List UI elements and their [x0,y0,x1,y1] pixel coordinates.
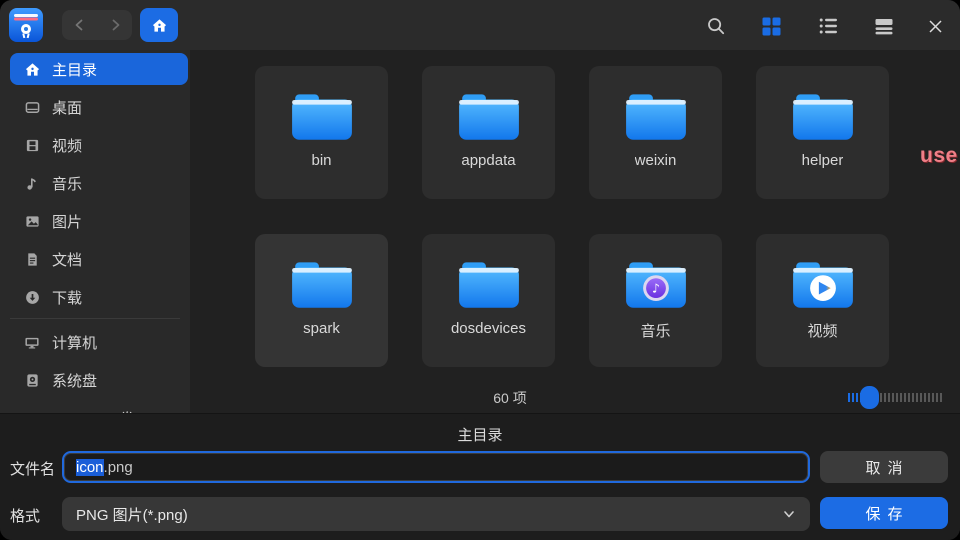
forward-button[interactable] [101,11,129,39]
close-icon [927,18,944,35]
title-bar [0,0,960,50]
sidebar-item-label: 文档 [52,249,82,270]
folder-tile-spark[interactable]: spark [255,234,388,367]
folder-name: appdata [461,152,515,169]
cancel-button[interactable]: 取消 [820,451,948,483]
folder-name: bin [311,152,331,169]
desktop-icon [24,99,40,115]
sidebar-item-system-disk[interactable]: 系统盘 [10,364,188,396]
format-select[interactable]: PNG 图片(*.png) [62,497,810,531]
folder-name: weixin [635,152,677,169]
downloads-icon [24,289,40,305]
folder-name: dosdevices [451,320,526,337]
sidebar-item-label: 视频 [52,135,82,156]
search-icon [706,16,726,36]
format-label: 格式 [10,505,40,526]
save-panel: 主目录 文件名 icon.png 取消 格式 PNG 图片(*.png) 保存 [0,413,960,540]
filename-input[interactable]: icon.png [62,451,810,483]
folder-icon [289,258,355,312]
sidebar-item-pictures[interactable]: 图片 [10,205,188,237]
folder-tile-weixin[interactable]: weixin [589,66,722,199]
filename-label: 文件名 [10,458,55,479]
slider-ticks-rest [880,393,943,402]
videos-icon [24,137,40,153]
sidebar-item-label: 桌面 [52,97,82,118]
slider-handle[interactable] [860,386,879,409]
folder-tile-music[interactable]: ♪ 音乐 [589,234,722,367]
sidebar-item-label: 计算机 [52,332,97,353]
folder-name: 音乐 [640,320,670,341]
home-icon [152,18,167,33]
sidebar-item-computer[interactable]: 计算机 [10,326,188,358]
folder-icon [289,90,355,144]
sidebar-item-volume[interactable]: 157.0 GB 卷 [10,402,188,413]
sidebar-item-downloads[interactable]: 下载 [10,281,188,313]
detail-view-button[interactable] [872,14,896,38]
svg-text:♪: ♪ [652,282,660,296]
documents-icon [24,251,40,267]
save-button[interactable]: 保存 [820,497,948,529]
sidebar-item-label: 系统盘 [52,370,97,391]
folder-icon [790,90,856,144]
list-view-icon [819,17,838,35]
clipped-red-label: use [920,144,960,168]
folder-tile-helper[interactable]: helper [756,66,889,199]
sidebar-item-home[interactable]: 主目录 [10,53,188,85]
file-manager-app-icon [8,7,44,43]
computer-icon [24,334,40,350]
music-icon [24,175,40,191]
pictures-icon [24,213,40,229]
folder-tile-bin[interactable]: bin [255,66,388,199]
sidebar-item-label: 图片 [52,211,82,232]
folder-tile-appdata[interactable]: appdata [422,66,555,199]
current-location-title: 主目录 [0,424,960,445]
folder-name: spark [303,320,340,337]
sidebar: 主目录 桌面 视频 音乐 图片 文档 下载 计算机 [0,50,190,413]
filename-selected-text: icon [76,459,104,476]
grid-view-button[interactable] [759,14,783,38]
close-button[interactable] [923,14,947,38]
chevron-down-icon [782,507,796,521]
folder-tile-videos[interactable]: 视频 [756,234,889,367]
sidebar-item-label: 音乐 [52,173,82,194]
list-view-button[interactable] [816,14,840,38]
icon-size-slider[interactable] [846,384,946,410]
folder-name: 视频 [807,320,837,341]
back-button[interactable] [66,11,94,39]
folder-icon [456,90,522,144]
format-selected-value: PNG 图片(*.png) [76,504,188,525]
sidebar-item-desktop[interactable]: 桌面 [10,91,188,123]
sidebar-item-videos[interactable]: 视频 [10,129,188,161]
video-folder-icon [790,258,856,312]
sidebar-separator [10,318,180,319]
system-disk-icon [24,372,40,388]
file-save-dialog-window: 主目录 桌面 视频 音乐 图片 文档 下载 计算机 [0,0,960,540]
sidebar-item-music[interactable]: 音乐 [10,167,188,199]
search-button[interactable] [704,14,728,38]
sidebar-item-label: 下载 [52,287,82,308]
item-count-label: 60 项 [440,388,580,408]
grid-view-icon [762,17,781,36]
sidebar-item-label: 主目录 [52,59,97,80]
sidebar-item-documents[interactable]: 文档 [10,243,188,275]
folder-name: helper [802,152,844,169]
folder-icon [456,258,522,312]
folder-tile-dosdevices[interactable]: dosdevices [422,234,555,367]
home-icon [24,61,40,77]
file-grid-area: bin appdata weixin helper spark dosdevic… [190,50,960,413]
detail-view-icon [875,18,893,35]
home-button[interactable] [140,8,178,42]
filename-extension-text: .png [104,459,133,476]
music-folder-icon: ♪ [623,258,689,312]
navigation-group [62,10,132,40]
folder-icon [623,90,689,144]
